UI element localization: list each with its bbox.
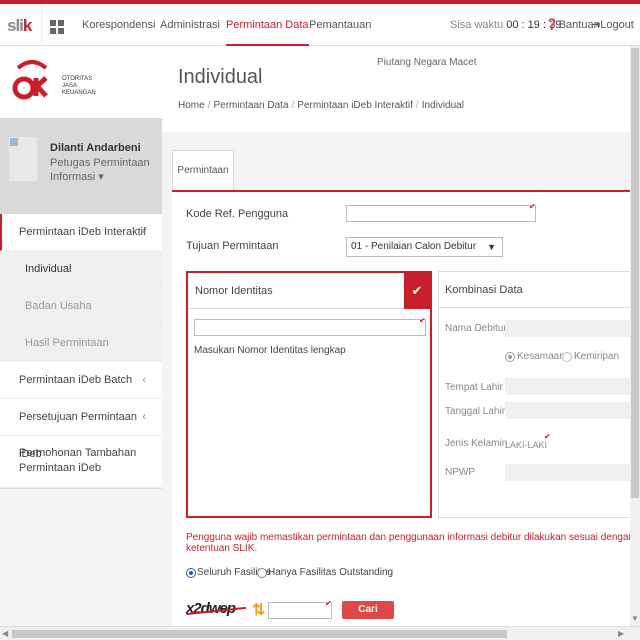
sidebar-item-label: Permintaan iDeb Batch [19, 374, 133, 386]
logout-icon: ⇥ [591, 19, 601, 31]
kombinasi-data-box: Kombinasi Data Nama Debitur Kesamaan Kem… [438, 271, 640, 518]
jenis-kelamin-label: Jenis Kelamin [445, 438, 508, 449]
sidebar-item-label: Individual [25, 263, 72, 275]
slik-logo[interactable]: slik [0, 4, 42, 46]
tanggal-lahir-label: Tanggal Lahir [445, 406, 506, 417]
check-icon: ✔ [404, 273, 430, 309]
npwp-label: NPWP [445, 467, 475, 478]
tujuan-select[interactable]: 01 - Penilaian Calon Debitur ▼ [346, 237, 503, 257]
sidebar-item-individual[interactable]: Individual [0, 251, 162, 288]
breadcrumb: Home / Permintaan Data / Permintaan iDeb Int… [178, 100, 464, 111]
kesamaan-radio[interactable] [505, 352, 515, 362]
ojk-logo-area: OTORITAS JASA KEUANGAN [0, 46, 162, 118]
page-header: Individual Piutang Negara Macet Home / Per… [162, 46, 640, 132]
scroll-down-icon[interactable]: ▼ [631, 614, 639, 623]
tujuan-selected: 01 - Penilaian Calon Debitur [351, 241, 477, 252]
help-icon: ❓ [545, 19, 559, 31]
breadcrumb-home[interactable]: Home [178, 100, 205, 111]
kemiripan-label: Kemiripan [574, 351, 620, 362]
horizontal-scrollbar[interactable]: ◀ ▶ [0, 626, 640, 640]
sidebar-item-persetujuan[interactable]: Persetujuan Permintaan iDeb ‹ [0, 399, 162, 460]
tanggal-lahir-input[interactable] [505, 402, 639, 419]
sidebar: OTORITAS JASA KEUANGAN Dilanti Andarbeni P… [0, 46, 162, 630]
required-icon: ✔ [529, 202, 536, 211]
ojk-logo [12, 60, 48, 100]
kesamaan-label: Kesamaan [517, 351, 565, 362]
ojk-logo-text: OTORITAS JASA KEUANGAN [62, 76, 96, 96]
apps-grid-icon[interactable] [50, 20, 64, 34]
user-panel: Dilanti Andarbeni Petugas Permintaan Inf… [0, 118, 162, 214]
scroll-right-icon[interactable]: ▶ [618, 629, 624, 638]
sidebar-item-hasil-permintaan[interactable]: Hasil Permintaan [0, 325, 162, 362]
nomor-identitas-input[interactable] [194, 319, 426, 336]
user-name: Dilanti Andarbeni [50, 142, 141, 154]
session-timer-label: Sisa waktu [450, 19, 504, 31]
nav-permintaan-data[interactable]: Permintaan Data [226, 4, 309, 46]
chevron-left-icon: ‹ [142, 226, 146, 238]
ketentuan-notice: Pengguna wajib memastikan permintaan dan… [186, 532, 635, 554]
nav-administrasi[interactable]: Administrasi [160, 4, 220, 46]
tempat-lahir-label: Tempat Lahir [445, 382, 503, 393]
nomor-identitas-box: Nomor Identitas ✔ ✔ Masukan Nomor Identi… [186, 271, 432, 518]
captcha-input[interactable] [268, 602, 332, 619]
logout-link[interactable]: ⇥Logout [591, 4, 634, 46]
sidebar-item-ideb-batch[interactable]: Permintaan iDeb Batch ‹ [0, 362, 162, 399]
sidebar-item-label: Badan Usaha [25, 300, 92, 312]
chevron-down-icon: ▼ [487, 242, 496, 252]
kode-ref-input[interactable] [346, 205, 536, 222]
tab-bar: Permintaan [172, 150, 342, 190]
jenis-kelamin-value[interactable]: LAKI-LAKI [505, 440, 547, 450]
sidebar-item-permohonan-tambahan[interactable]: Permohonan Tambahan Permintaan iDeb [0, 436, 162, 488]
slik-brand-text: slik [7, 16, 32, 35]
refresh-captcha-icon[interactable]: ⇅ [252, 600, 268, 620]
user-role-dropdown[interactable]: Petugas Permintaan Informasi ▾ [50, 156, 155, 184]
required-icon: ✔ [419, 316, 426, 325]
nomor-identitas-header[interactable]: Nomor Identitas ✔ [188, 273, 430, 309]
nama-debitur-label: Nama Debitur [445, 323, 507, 334]
page-subtitle: Piutang Negara Macet [377, 57, 477, 68]
tab-permintaan[interactable]: Permintaan [172, 150, 234, 190]
breadcrumb-permintaan-data[interactable]: Permintaan Data [213, 100, 288, 111]
nomor-identitas-title: Nomor Identitas [195, 285, 273, 297]
kode-ref-label: Kode Ref. Pengguna [186, 208, 289, 220]
required-icon: ✔ [544, 432, 551, 441]
tujuan-label: Tujuan Permintaan [186, 240, 279, 252]
kemiripan-radio[interactable] [562, 352, 572, 362]
logout-label: Logout [600, 19, 634, 31]
main-content: Individual Piutang Negara Macet Home / Per… [162, 46, 640, 630]
vertical-scrollbar[interactable]: ▼ [630, 46, 640, 626]
sidebar-item-badan-usaha[interactable]: Badan Usaha [0, 288, 162, 325]
breadcrumb-individual: Individual [421, 100, 464, 111]
chevron-left-icon: ‹ [142, 374, 146, 386]
nomor-identitas-hint: Masukan Nomor Identitas lengkap [194, 345, 346, 356]
sidebar-item-ideb-interaktif[interactable]: Permintaan iDeb Interaktif ‹ [0, 214, 162, 251]
kombinasi-data-header[interactable]: Kombinasi Data [439, 272, 639, 308]
permintaan-panel: Kode Ref. Pengguna ✔ Tujuan Permintaan 0… [172, 190, 640, 626]
scroll-left-icon[interactable]: ◀ [2, 629, 8, 638]
sidebar-item-label: Permohonan Tambahan Permintaan iDeb [19, 447, 137, 474]
nama-debitur-input[interactable] [505, 320, 639, 337]
avatar [8, 136, 38, 182]
sidebar-item-label: Hasil Permintaan [25, 337, 109, 349]
hanya-fasilitas-label: Hanya Fasilitas Outstanding [268, 567, 394, 578]
tempat-lahir-input[interactable] [505, 378, 639, 395]
kombinasi-data-title: Kombinasi Data [445, 284, 523, 296]
breadcrumb-ideb-interaktif[interactable]: Permintaan iDeb Interaktif [297, 100, 413, 111]
horizontal-scrollbar-thumb[interactable] [12, 630, 507, 638]
required-icon: ✔ [325, 599, 332, 608]
vertical-scrollbar-thumb[interactable] [631, 48, 639, 498]
npwp-input[interactable] [505, 464, 639, 481]
cari-button[interactable]: Cari [342, 601, 394, 619]
sidebar-menu: Permintaan iDeb Interaktif ‹ Individual … [0, 214, 162, 489]
nav-pemantauan[interactable]: Pemantauan [309, 4, 371, 46]
top-bar: slik Korespondensi Administrasi Perminta… [0, 0, 640, 46]
nav-korespondensi[interactable]: Korespondensi [82, 4, 155, 46]
sidebar-item-label: Permintaan iDeb Interaktif [19, 226, 147, 238]
seluruh-fasilitas-radio[interactable] [186, 568, 196, 578]
chevron-left-icon: ‹ [142, 411, 146, 423]
hanya-fasilitas-radio[interactable] [257, 568, 267, 578]
page-title: Individual [178, 66, 263, 88]
